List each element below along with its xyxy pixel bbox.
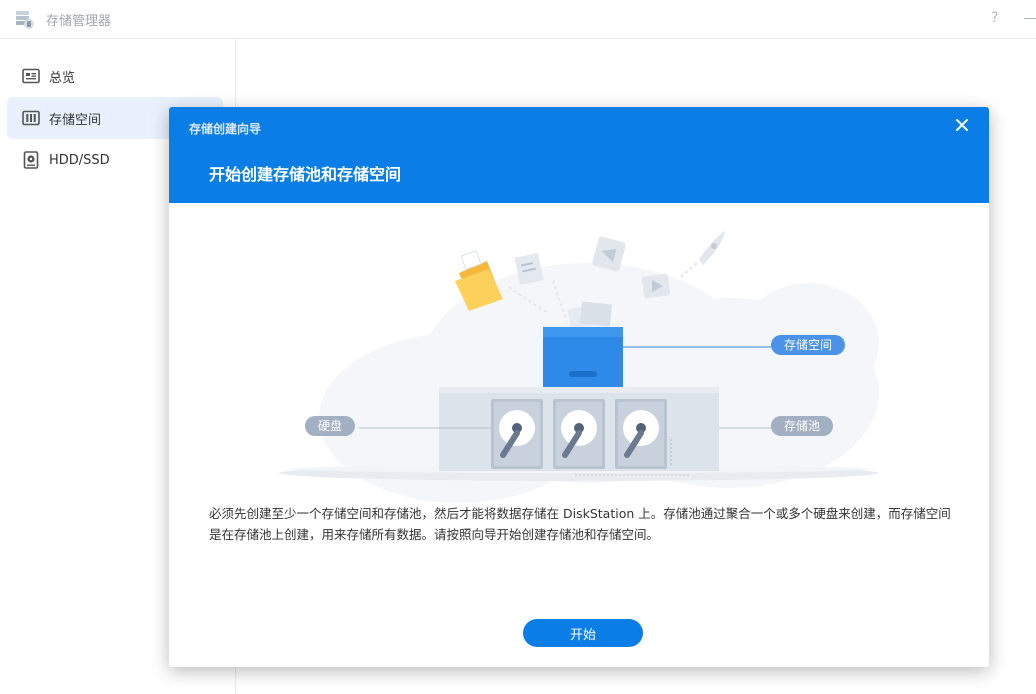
help-icon[interactable]: ? bbox=[991, 10, 998, 26]
wizard-description: 必须先创建至少一个存储空间和存储池，然后才能将数据存储在 DiskStation… bbox=[209, 506, 951, 542]
minimize-icon[interactable] bbox=[1024, 18, 1036, 19]
start-button[interactable]: 开始 bbox=[523, 619, 643, 647]
overview-icon bbox=[22, 67, 40, 85]
dialog-heading: 开始创建存储池和存储空间 bbox=[209, 165, 402, 184]
volume-label: 存储空间 bbox=[784, 337, 832, 352]
hard-disk bbox=[491, 399, 543, 469]
storage-volume-icon bbox=[22, 109, 40, 127]
sidebar-item-label: HDD/SSD bbox=[49, 152, 110, 168]
app-title: 存储管理器 bbox=[46, 14, 112, 29]
disk-label: 硬盘 bbox=[318, 418, 342, 433]
storage-manager-app-icon bbox=[16, 11, 34, 29]
dialog-header: 存储创建向导 开始创建存储池和存储空间 bbox=[169, 107, 989, 203]
close-icon[interactable] bbox=[953, 116, 971, 134]
storage-creation-wizard-dialog: 存储创建向导 开始创建存储池和存储空间 存储空间 存储池 硬盘 必须先创建至少一… bbox=[169, 107, 989, 667]
storage-volume-box bbox=[543, 327, 623, 387]
pool-label: 存储池 bbox=[784, 418, 820, 433]
sidebar-item-label: 存储空间 bbox=[49, 112, 102, 128]
dialog-window-title: 存储创建向导 bbox=[189, 122, 262, 136]
storage-illustration: 存储空间 存储池 硬盘 bbox=[279, 231, 879, 503]
sidebar-item-overview[interactable]: 总览 bbox=[7, 55, 223, 97]
hard-disk bbox=[553, 399, 605, 469]
hard-disk bbox=[615, 399, 672, 469]
title-bar: 存储管理器 ? bbox=[0, 0, 1036, 39]
hdd-icon bbox=[22, 151, 40, 169]
video-icon bbox=[641, 273, 671, 299]
sidebar-item-label: 总览 bbox=[49, 70, 76, 86]
rocket-icon bbox=[680, 231, 725, 278]
